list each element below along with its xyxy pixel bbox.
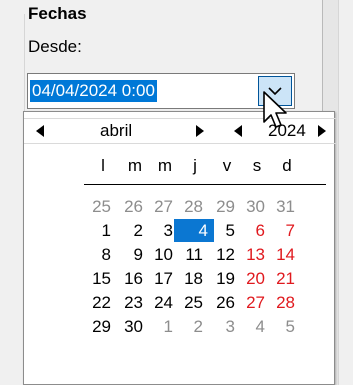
calendar-day-other-month[interactable]: 31	[270, 195, 296, 218]
calendar-day[interactable]: 25	[178, 291, 204, 314]
weekday-label: d	[282, 156, 292, 175]
calendar-day[interactable]: 9	[118, 243, 144, 266]
weekday-label: j	[193, 156, 197, 175]
calendar-day-other-month[interactable]: 29	[210, 195, 236, 218]
calendar-day[interactable]: 6	[240, 219, 266, 242]
calendar-day[interactable]: 24	[148, 291, 174, 314]
calendar-day[interactable]: 23	[118, 291, 144, 314]
calendar-day[interactable]: 18	[178, 267, 204, 290]
calendar-popup: abril 2024 lmmjvsd 25 26 27 28 29 30 31 1 2 3 4 5 6 7…	[23, 111, 336, 385]
calendar-day[interactable]: 13	[240, 243, 266, 266]
weekday-separator	[84, 184, 326, 185]
calendar-day-other-month[interactable]: 1	[148, 315, 174, 338]
calendar-day[interactable]: 12	[210, 243, 236, 266]
prev-month-icon[interactable]	[36, 125, 44, 137]
calendar-day[interactable]: 17	[148, 267, 174, 290]
calendar-day[interactable]: 3	[148, 219, 174, 242]
calendar-day[interactable]: 29	[86, 315, 112, 338]
calendar-day[interactable]: 1	[86, 219, 112, 242]
group-title: Fechas	[28, 4, 87, 23]
calendar-day[interactable]: 27	[240, 291, 266, 314]
calendar-day-other-month[interactable]: 28	[178, 195, 204, 218]
weekday-label: l	[101, 156, 105, 175]
calendar-day-other-month[interactable]: 25	[86, 195, 112, 218]
mouse-cursor-icon	[263, 91, 287, 128]
calendar-day[interactable]: 5	[210, 219, 236, 242]
calendar-day[interactable]: 2	[118, 219, 144, 242]
calendar-day[interactable]: 8	[86, 243, 112, 266]
panel-right-border-outer	[338, 0, 339, 385]
calendar-day[interactable]: 28	[270, 291, 296, 314]
month-label[interactable]: abril	[100, 121, 132, 141]
calendar-day[interactable]: 11	[178, 243, 204, 266]
calendar-day[interactable]: 4	[174, 219, 214, 242]
next-year-icon[interactable]	[318, 125, 326, 137]
calendar-day[interactable]: 10	[148, 243, 174, 266]
calendar-day-other-month[interactable]: 27	[148, 195, 174, 218]
calendar-day-other-month[interactable]: 26	[118, 195, 144, 218]
date-picker-value[interactable]: 04/04/2024 0:00	[30, 80, 157, 102]
calendar-day[interactable]: 20	[240, 267, 266, 290]
next-month-icon[interactable]	[196, 125, 204, 137]
calendar-day[interactable]: 14	[270, 243, 296, 266]
calendar-day[interactable]: 30	[118, 315, 144, 338]
calendar-day-other-month[interactable]: 5	[270, 315, 296, 338]
calendar-day[interactable]: 21	[270, 267, 296, 290]
calendar-day[interactable]: 15	[86, 267, 112, 290]
calendar-day[interactable]: 7	[270, 219, 296, 242]
weekday-label: m	[157, 156, 173, 175]
weekday-header: l mm j v s d	[24, 156, 336, 180]
calendar-day[interactable]: 19	[210, 267, 236, 290]
calendar-day[interactable]: 16	[118, 267, 144, 290]
weekday-label: s	[252, 156, 262, 175]
calendar-day[interactable]: 22	[86, 291, 112, 314]
from-label: Desde:	[28, 37, 82, 56]
calendar-day-other-month[interactable]: 30	[240, 195, 266, 218]
date-picker-input[interactable]: 04/04/2024 0:00	[27, 73, 295, 109]
calendar-day[interactable]: 26	[210, 291, 236, 314]
prev-year-icon[interactable]	[234, 125, 242, 137]
calendar-day-other-month[interactable]: 4	[240, 315, 266, 338]
weekday-label: m	[127, 156, 143, 175]
calendar-day-other-month[interactable]: 3	[210, 315, 236, 338]
weekday-label: v	[222, 156, 232, 175]
calendar-day-other-month[interactable]: 2	[178, 315, 204, 338]
